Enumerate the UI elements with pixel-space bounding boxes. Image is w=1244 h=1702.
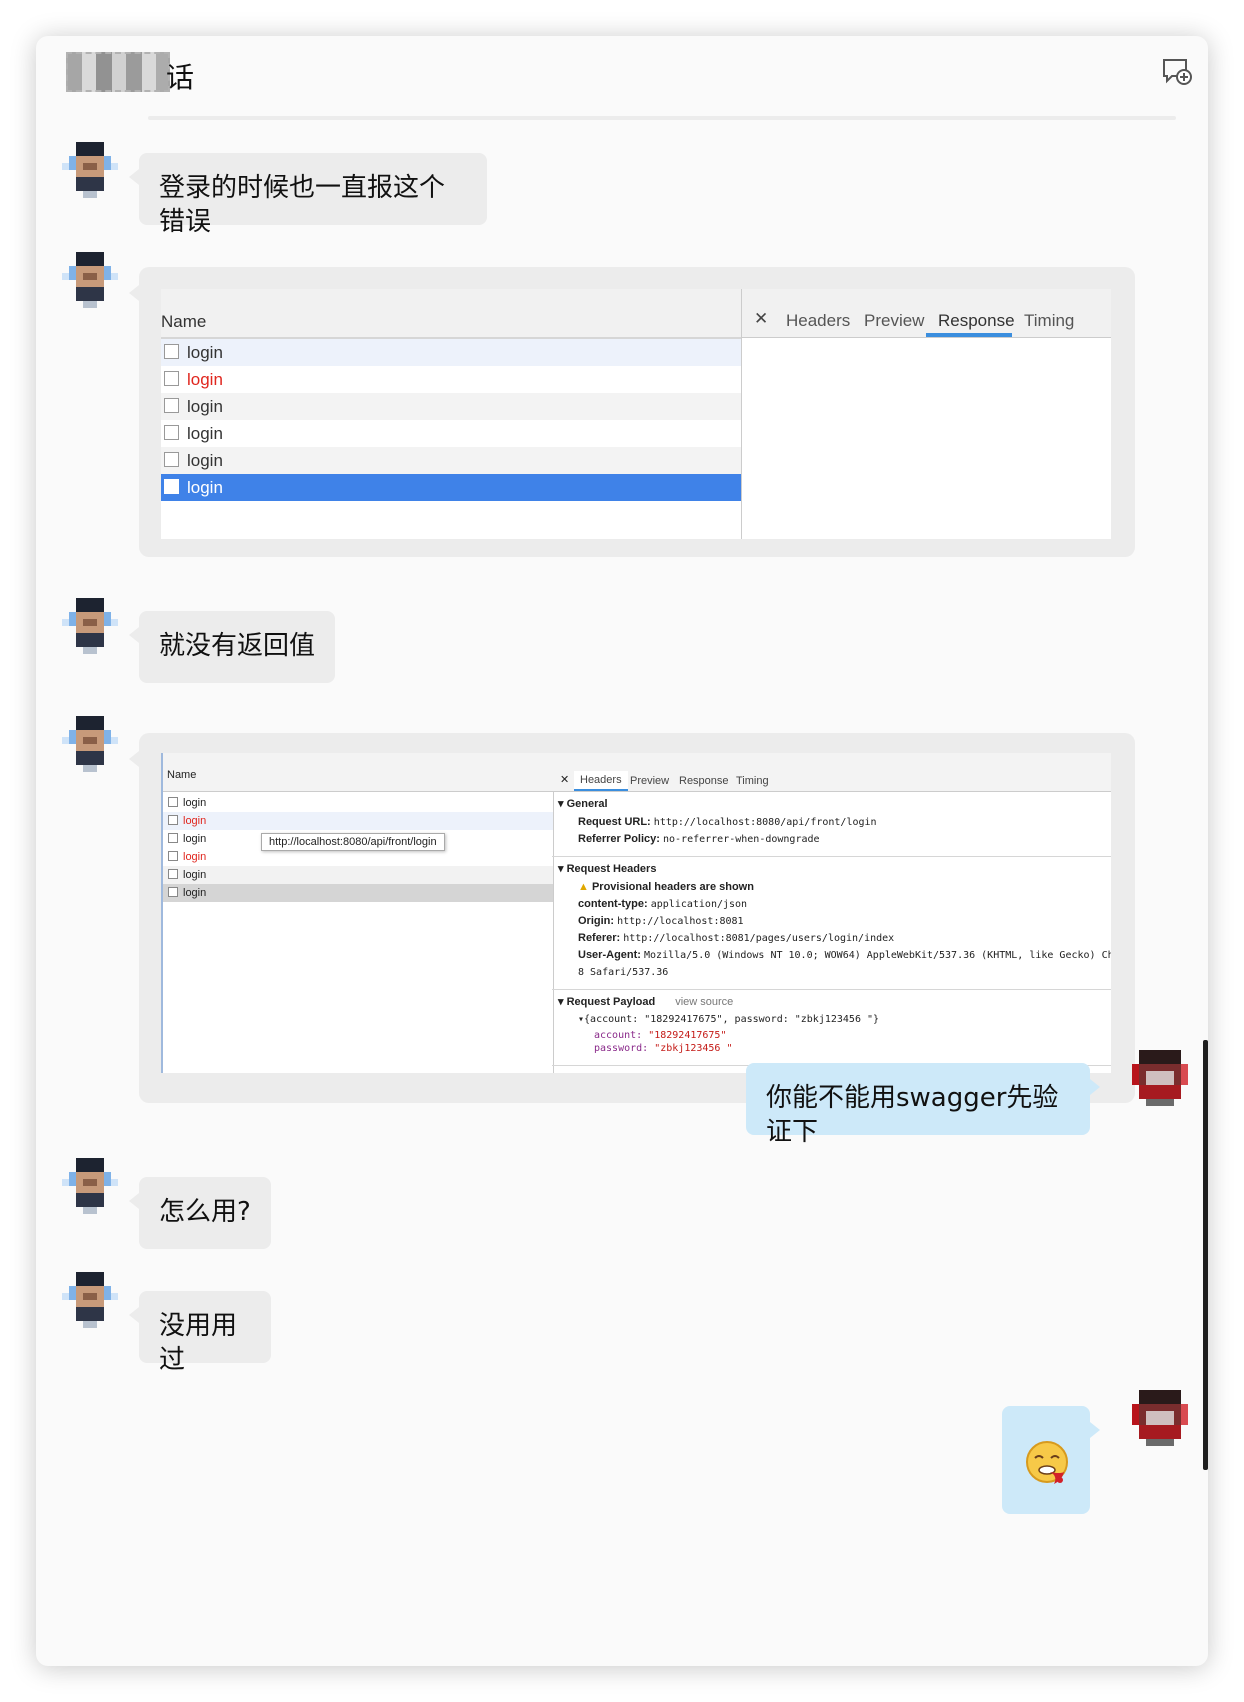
checkbox	[164, 398, 179, 413]
request-row-error: login	[161, 366, 741, 393]
header-line: Origin: http://localhost:8081	[578, 915, 744, 927]
header-line: Referer: http://localhost:8081/pages/use…	[578, 932, 895, 944]
message-bubble[interactable]: 怎么用?	[129, 1177, 271, 1249]
message-text: 没用用过	[159, 1311, 238, 1375]
detail-tabs: ✕ Headers Preview Response Timing	[552, 753, 1111, 792]
header-line: Request URL: http://localhost:8080/api/f…	[578, 816, 877, 828]
tab-preview: Preview	[630, 775, 670, 787]
tab-response: Response	[679, 775, 729, 787]
request-row: login	[163, 794, 553, 812]
section-title: ▾ Request Headers	[558, 863, 657, 875]
tab-response: Response	[938, 311, 1015, 330]
close-icon: ✕	[754, 309, 769, 328]
message-text: 你能不能用swagger先验证下	[766, 1083, 1059, 1147]
checkbox	[168, 869, 178, 879]
request-row: login	[161, 420, 741, 447]
scrollbar-thumb[interactable]	[1203, 1040, 1208, 1470]
request-detail-pane: ✕ Headers Preview Response Timing ▾ Gene…	[552, 753, 1111, 1073]
request-headers-section: ▾ Request Headers ▲ Provisional headers …	[552, 857, 1111, 990]
checkbox	[168, 887, 178, 897]
tab-headers: Headers	[574, 771, 628, 791]
active-tab-indicator	[926, 333, 1012, 337]
message-bubble[interactable]: 就没有返回值	[129, 611, 335, 683]
avatar[interactable]	[62, 598, 118, 654]
tab-headers: Headers	[786, 311, 851, 330]
tab-preview: Preview	[864, 311, 925, 330]
warning-icon: ▲	[578, 881, 589, 893]
redacted-name-mosaic	[66, 52, 170, 92]
avatar-self[interactable]	[1132, 1050, 1188, 1106]
close-icon: ✕	[560, 774, 570, 786]
request-row: login	[161, 339, 741, 366]
checkbox	[164, 425, 179, 440]
tab-timing: Timing	[736, 775, 769, 787]
message-bubble[interactable]: 没用用过	[129, 1291, 271, 1375]
detail-tabs: ✕ Headers Preview Response Timing	[742, 289, 1111, 338]
avatar[interactable]	[62, 252, 118, 308]
request-row-selected: login	[161, 474, 741, 501]
checkbox	[164, 479, 179, 494]
message-text: 登录的时候也一直报这个错误	[159, 173, 446, 237]
avatar[interactable]	[62, 1158, 118, 1214]
header-divider	[148, 116, 1176, 120]
chat-window: 话 登录的时候也一直报这个错误 Name login login login l…	[36, 36, 1208, 1666]
devtools-screenshot-headers: Name login login login login login login…	[161, 753, 1111, 1073]
image-message[interactable]: Name login login login login login login…	[129, 267, 1135, 557]
avatar[interactable]	[62, 1272, 118, 1328]
checkbox	[168, 833, 178, 843]
request-row-error: login	[163, 812, 553, 830]
message-text: 怎么用?	[159, 1197, 251, 1227]
checkbox	[164, 452, 179, 467]
payload-field: account: "18292417675"	[594, 1030, 727, 1041]
checkbox	[168, 797, 178, 807]
checkbox	[168, 851, 178, 861]
name-column-header: Name	[161, 289, 741, 339]
message-bubble-outgoing[interactable]	[1002, 1406, 1100, 1514]
new-message-icon[interactable]	[1160, 54, 1194, 88]
section-title: ▾ Request Payload view source	[558, 996, 734, 1008]
request-payload-section: ▾ Request Payload view source ▾{account: …	[552, 990, 1111, 1066]
vomit-emoji-icon	[1026, 1441, 1068, 1484]
message-bubble[interactable]: 登录的时候也一直报这个错误	[129, 153, 487, 237]
avatar-self[interactable]	[1132, 1390, 1188, 1446]
request-row: login	[161, 393, 741, 420]
tab-timing: Timing	[1024, 311, 1075, 330]
header-line: User-Agent: Mozilla/5.0 (Windows NT 10.0…	[578, 949, 1111, 961]
checkbox	[164, 344, 179, 359]
request-row-selected: login	[163, 884, 553, 902]
request-row: login	[163, 866, 553, 884]
image-message[interactable]: Name login login login login login login…	[129, 733, 1135, 1103]
name-column-header: Name	[163, 753, 553, 792]
network-request-list: Name login login login login login login	[161, 289, 742, 539]
message-bubble-outgoing[interactable]: 你能不能用swagger先验证下	[746, 1063, 1100, 1147]
url-tooltip: http://localhost:8080/api/front/login	[261, 833, 445, 851]
avatar[interactable]	[62, 716, 118, 772]
request-row: login	[161, 447, 741, 474]
payload-summary: ▾{account: "18292417675", password: "zbk…	[578, 1014, 880, 1025]
general-section: ▾ General Request URL: http://localhost:…	[552, 792, 1111, 857]
avatar[interactable]	[62, 142, 118, 198]
checkbox	[164, 371, 179, 386]
payload-field: password: "zbkj123456 "	[594, 1043, 733, 1054]
message-text: 就没有返回值	[159, 631, 316, 661]
warning-line: ▲ Provisional headers are shown	[578, 881, 754, 893]
header-line: Referrer Policy: no-referrer-when-downgr…	[578, 833, 820, 845]
checkbox	[168, 815, 178, 825]
section-title: ▾ General	[558, 798, 608, 810]
header-line-continued: 8 Safari/537.36	[578, 967, 669, 978]
network-request-list: Name login login login login login login…	[161, 753, 554, 1073]
header-line: content-type: application/json	[578, 898, 748, 910]
devtools-screenshot-network: Name login login login login login login…	[161, 289, 1111, 539]
chat-title-text: 话	[166, 61, 195, 94]
